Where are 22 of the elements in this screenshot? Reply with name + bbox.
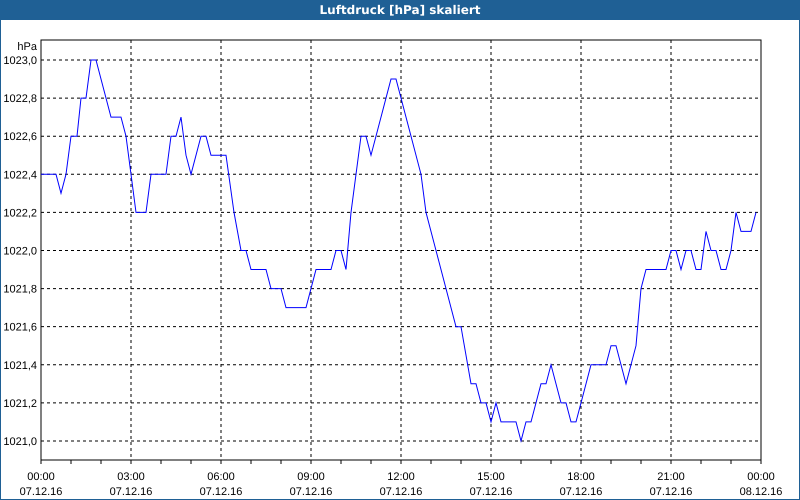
axis-label: 12:00 07.12.16: [380, 471, 422, 498]
axis-label: 15:00 07.12.16: [470, 471, 512, 498]
axis-label: 1022,6: [3, 131, 37, 144]
axis-label: 1021,2: [3, 398, 37, 410]
axis-label: 03:00 07.12.16: [110, 471, 152, 498]
axis-label: 06:00 07.12.16: [200, 471, 242, 498]
axis-label: 21:00 07.12.16: [650, 471, 692, 498]
axis-label: 1021,4: [3, 360, 37, 372]
axis-label: 18:00 07.12.16: [560, 471, 602, 498]
axis-unit-label: hPa: [17, 41, 37, 53]
axis-label: 1022,2: [3, 207, 37, 220]
axis-label: 1021,6: [3, 322, 37, 334]
axis-label: 1022,4: [3, 169, 37, 182]
window-title: Luftdruck [hPa] skaliert: [0, 0, 800, 20]
axis-label: 09:00 07.12.16: [290, 471, 332, 498]
axis-label: 00:00 08.12.16: [740, 471, 782, 498]
axis-label: 1023,0: [3, 55, 37, 67]
axis-label: 1021,0: [3, 436, 37, 448]
axis-label: 1022,8: [3, 93, 37, 106]
axis-label: 00:00 07.12.16: [20, 471, 62, 498]
axis-label: 1021,8: [3, 284, 37, 296]
axis-label: 1022,0: [3, 245, 37, 258]
